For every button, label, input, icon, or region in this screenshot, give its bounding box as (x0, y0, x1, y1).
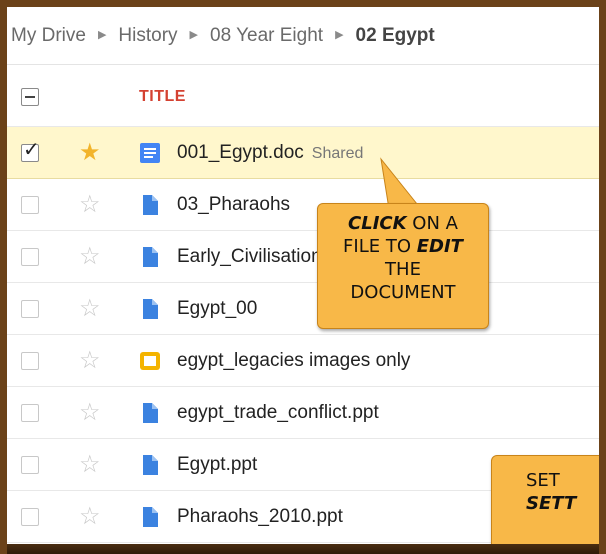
callout-word: document (350, 282, 456, 303)
file-icon (139, 402, 161, 424)
star-icon[interactable]: ☆ (79, 296, 101, 321)
title-column-header[interactable]: TITLE (139, 88, 186, 106)
file-name[interactable]: Egypt_00 (177, 298, 257, 320)
select-all-checkbox[interactable] (21, 87, 39, 106)
file-icon (139, 246, 161, 268)
file-name[interactable]: Pharaohs_2010.ppt (177, 506, 343, 528)
star-icon[interactable]: ☆ (79, 244, 101, 269)
file-name[interactable]: Early_Civilisations (177, 246, 331, 268)
breadcrumb-separator-icon: ▶ (97, 29, 107, 41)
breadcrumb-separator-icon: ▶ (335, 29, 344, 41)
row-checkbox[interactable] (21, 195, 39, 214)
callout-word: Set (526, 470, 560, 491)
star-icon[interactable]: ☆ (79, 504, 101, 529)
star-icon[interactable]: ☆ (79, 452, 101, 477)
breadcrumb-year-eight[interactable]: 08 Year Eight (210, 25, 323, 47)
drive-panel: My Drive ▶ History ▶ 08 Year Eight ▶ 02 … (0, 0, 606, 554)
file-icon (139, 298, 161, 320)
breadcrumb-history[interactable]: History (118, 25, 177, 47)
row-checkbox[interactable]: ✓ (21, 140, 40, 162)
breadcrumb-separator-icon: ▶ (189, 29, 199, 41)
row-checkbox[interactable] (21, 455, 39, 474)
star-icon[interactable]: ☆ (79, 192, 101, 217)
file-name-group: 001_Egypt.doc Shared (177, 142, 363, 164)
row-checkbox[interactable] (21, 507, 39, 526)
callout-word: edit (416, 236, 463, 257)
document-icon (139, 142, 161, 164)
breadcrumb: My Drive ▶ History ▶ 08 Year Eight ▶ 02 … (7, 7, 599, 65)
file-row[interactable]: ☆ Early_Civilisations (7, 231, 599, 283)
callout-word: the (385, 259, 421, 280)
file-row[interactable]: ☆ egypt_trade_conflict.ppt (7, 387, 599, 439)
file-row[interactable]: ☆ egypt_legacies images only (7, 335, 599, 387)
star-icon[interactable]: ☆ (79, 348, 101, 373)
callout-word: file to (343, 236, 411, 257)
file-icon (139, 454, 161, 476)
row-checkbox[interactable] (21, 247, 39, 266)
file-name[interactable]: egypt_trade_conflict.ppt (177, 402, 379, 424)
callout-word: Click (348, 213, 407, 234)
file-name[interactable]: 03_Pharaohs (177, 194, 290, 216)
file-row[interactable]: ✓ ★ 001_Egypt.doc Shared (7, 127, 599, 179)
shared-label: Shared (311, 144, 364, 162)
callout-word: Sett (526, 493, 577, 514)
breadcrumb-my-drive[interactable]: My Drive (11, 25, 86, 47)
file-row[interactable]: ☆ Egypt_00 (7, 283, 599, 335)
breadcrumb-current-folder: 02 Egypt (355, 24, 435, 46)
settings-hint-callout: Set Sett (491, 455, 599, 554)
file-list-header: TITLE (7, 67, 599, 127)
star-icon[interactable]: ★ (79, 140, 101, 165)
checkmark-icon: ✓ (23, 138, 40, 161)
file-name[interactable]: egypt_legacies images only (177, 350, 410, 372)
file-name[interactable]: Egypt.ppt (177, 454, 257, 476)
file-icon (139, 506, 161, 528)
row-checkbox[interactable] (21, 403, 39, 422)
callout-word: on a (412, 213, 458, 234)
file-icon (139, 194, 161, 216)
row-checkbox[interactable] (21, 351, 39, 370)
star-icon[interactable]: ☆ (79, 400, 101, 425)
row-checkbox[interactable] (21, 299, 39, 318)
file-row[interactable]: ☆ 03_Pharaohs (7, 179, 599, 231)
presentation-icon (139, 350, 161, 372)
file-name[interactable]: 001_Egypt.doc (177, 142, 304, 163)
edit-hint-callout: Click on a file to edit the document (317, 203, 489, 329)
